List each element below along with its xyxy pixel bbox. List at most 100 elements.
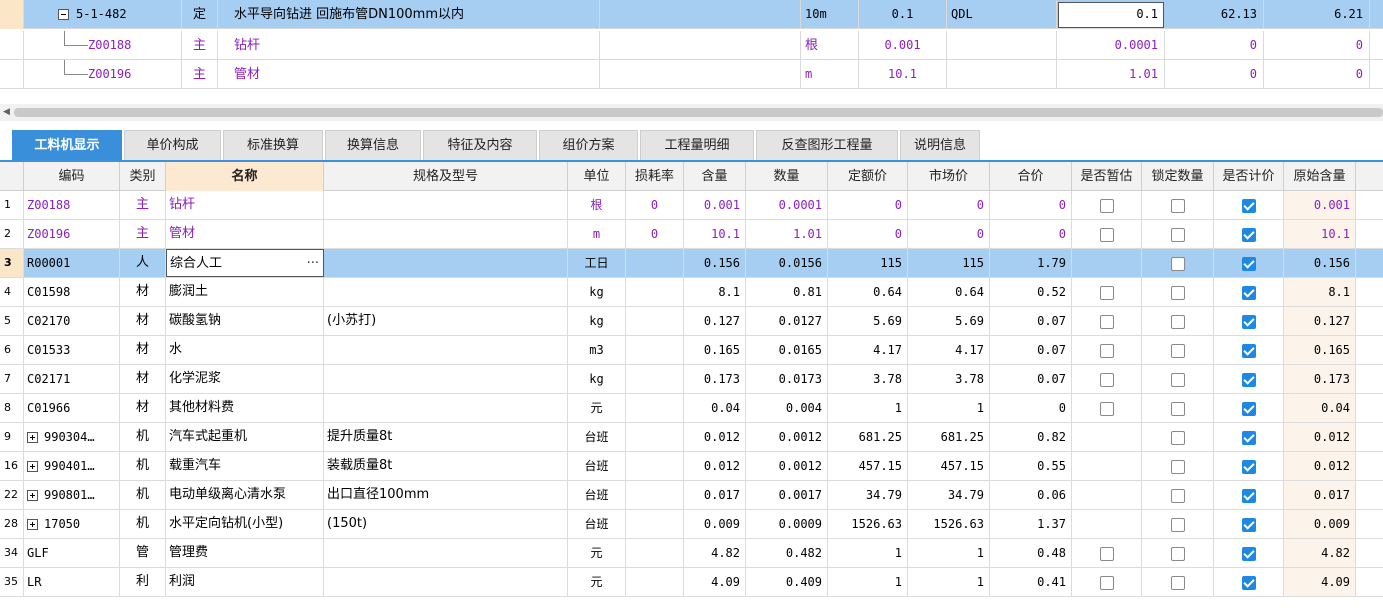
cell-orig[interactable]: 0.012	[1284, 452, 1356, 480]
priced-checkbox[interactable]	[1241, 430, 1256, 445]
resource-row[interactable]: 9 990304… 机汽车式起重机 提升质量8t 台班 0.012 0.0012 681.25…	[0, 423, 1383, 452]
priced-checkbox[interactable]	[1241, 285, 1256, 300]
estimated-checkbox[interactable]	[1099, 343, 1114, 358]
cell-type[interactable]: 材	[120, 365, 166, 393]
estimated-checkbox[interactable]	[1099, 546, 1114, 561]
cell-total[interactable]: 0.48	[990, 539, 1072, 567]
resource-row[interactable]: 8 C01966 材其他材料费元 0.04 0.004 1 1 0 0.04	[0, 394, 1383, 423]
tab-conversion-info[interactable]: 换算信息	[325, 130, 421, 160]
lock-qty-checkbox[interactable]	[1170, 314, 1185, 329]
cell-qty[interactable]: 1.01	[746, 220, 828, 248]
cell-orig[interactable]: 4.09	[1284, 568, 1356, 596]
cell-spec[interactable]: 提升质量8t	[324, 423, 568, 451]
collapse-icon[interactable]	[58, 9, 69, 20]
cell-total[interactable]: 1.37	[990, 510, 1072, 538]
cell-unit[interactable]: 根	[568, 191, 626, 219]
lock-qty-checkbox[interactable]	[1170, 430, 1185, 445]
cell-name[interactable]: 碳酸氢钠	[166, 307, 324, 335]
cell-content[interactable]: 0.012	[684, 452, 746, 480]
cell-unit[interactable]: m3	[568, 336, 626, 364]
cell-type[interactable]: 材	[120, 394, 166, 422]
name-edit-cell[interactable]: 综合人工 ···	[166, 249, 324, 277]
cell-market[interactable]: 34.79	[908, 481, 990, 509]
cell-code[interactable]: GLF	[24, 539, 120, 567]
cell-base[interactable]: 0	[828, 191, 908, 219]
cell-loss[interactable]	[626, 278, 684, 306]
cell-qty[interactable]: 0.0017	[746, 481, 828, 509]
cell-market[interactable]: 5.69	[908, 307, 990, 335]
cell-code[interactable]: C01533	[24, 336, 120, 364]
resource-row[interactable]: 2 Z00196 主管材 m 0 10.1 1.01 0 0 0 10.1	[0, 220, 1383, 249]
cell-code[interactable]: Z00196	[24, 220, 120, 248]
cell-base[interactable]: 0.64	[828, 278, 908, 306]
scrollbar-thumb[interactable]	[14, 108, 1383, 117]
cell-orig[interactable]: 0.127	[1284, 307, 1356, 335]
cell-spec[interactable]: (150t)	[324, 510, 568, 538]
cell-orig[interactable]: 0.001	[1284, 191, 1356, 219]
cell-orig[interactable]: 4.82	[1284, 539, 1356, 567]
expand-icon[interactable]	[27, 490, 38, 501]
lock-qty-checkbox[interactable]	[1170, 517, 1185, 532]
cell-content[interactable]: 0.012	[684, 423, 746, 451]
col-lock-qty[interactable]: 锁定数量	[1142, 162, 1214, 191]
cell-name[interactable]: 钻杆	[166, 191, 324, 219]
cell-qty[interactable]: 0.004	[746, 394, 828, 422]
cell-content[interactable]: 0.156	[684, 249, 746, 277]
cell-orig[interactable]: 0.173	[1284, 365, 1356, 393]
priced-checkbox[interactable]	[1241, 314, 1256, 329]
cell-type[interactable]: 材	[120, 307, 166, 335]
cell-unit[interactable]: 元	[568, 539, 626, 567]
cell-spec[interactable]	[324, 394, 568, 422]
cell-code[interactable]: Z00188	[24, 191, 120, 219]
lock-qty-checkbox[interactable]	[1170, 459, 1185, 474]
resource-row[interactable]: 34 GLF 管管理费元 4.82 0.482 1 1 0.48 4.82	[0, 539, 1383, 568]
cell-total[interactable]: 0	[990, 191, 1072, 219]
cell-orig[interactable]: 0.017	[1284, 481, 1356, 509]
cell-market[interactable]: 0.64	[908, 278, 990, 306]
quota-amount[interactable]: 0.1	[1058, 0, 1164, 29]
cell-base[interactable]: 4.17	[828, 336, 908, 364]
cell-qty[interactable]: 0.0173	[746, 365, 828, 393]
cell-spec[interactable]	[324, 191, 568, 219]
cell-base[interactable]: 1526.63	[828, 510, 908, 538]
cell-loss[interactable]	[626, 452, 684, 480]
estimated-checkbox[interactable]	[1099, 372, 1114, 387]
cell-unit[interactable]: 台班	[568, 452, 626, 480]
cell-market[interactable]: 1	[908, 394, 990, 422]
priced-checkbox[interactable]	[1241, 343, 1256, 358]
priced-checkbox[interactable]	[1241, 227, 1256, 242]
tab-resource-display[interactable]: 工料机显示	[12, 130, 122, 160]
cell-name[interactable]: 电动单级离心清水泵	[166, 481, 324, 509]
cell-type[interactable]: 管	[120, 539, 166, 567]
cell-loss[interactable]	[626, 539, 684, 567]
cell-qty[interactable]: 0.0127	[746, 307, 828, 335]
scroll-left-icon[interactable]: ◀	[3, 107, 10, 117]
cell-orig[interactable]: 10.1	[1284, 220, 1356, 248]
lock-qty-checkbox[interactable]	[1170, 198, 1185, 213]
cell-spec[interactable]	[324, 278, 568, 306]
resource-row[interactable]: 4 C01598 材膨润土 kg 8.1 0.81 0.64 0.64 0.52 8.1	[0, 278, 1383, 307]
cell-name[interactable]: 管理费	[166, 539, 324, 567]
tab-features[interactable]: 特征及内容	[423, 130, 537, 160]
cell-spec[interactable]	[324, 539, 568, 567]
cell-content[interactable]: 0.001	[684, 191, 746, 219]
tab-pricing-plan[interactable]: 组价方案	[539, 130, 638, 160]
cell-content[interactable]: 0.017	[684, 481, 746, 509]
cell-qty[interactable]: 0.409	[746, 568, 828, 596]
cell-content[interactable]: 4.09	[684, 568, 746, 596]
cell-name[interactable]: 化学泥浆	[166, 365, 324, 393]
cell-content[interactable]: 0.127	[684, 307, 746, 335]
expand-icon[interactable]	[27, 519, 38, 530]
col-content[interactable]: 含量	[684, 162, 746, 191]
cell-type[interactable]: 主	[120, 191, 166, 219]
cell-market[interactable]: 0	[908, 220, 990, 248]
cell-market[interactable]: 115	[908, 249, 990, 277]
cell-total[interactable]: 0	[990, 394, 1072, 422]
cell-base[interactable]: 1	[828, 568, 908, 596]
estimated-checkbox[interactable]	[1099, 314, 1114, 329]
cell-market[interactable]: 681.25	[908, 423, 990, 451]
cell-base[interactable]: 115	[828, 249, 908, 277]
cell-content[interactable]: 10.1	[684, 220, 746, 248]
col-base-price[interactable]: 定额价	[828, 162, 908, 191]
cell-loss[interactable]: 0	[626, 220, 684, 248]
